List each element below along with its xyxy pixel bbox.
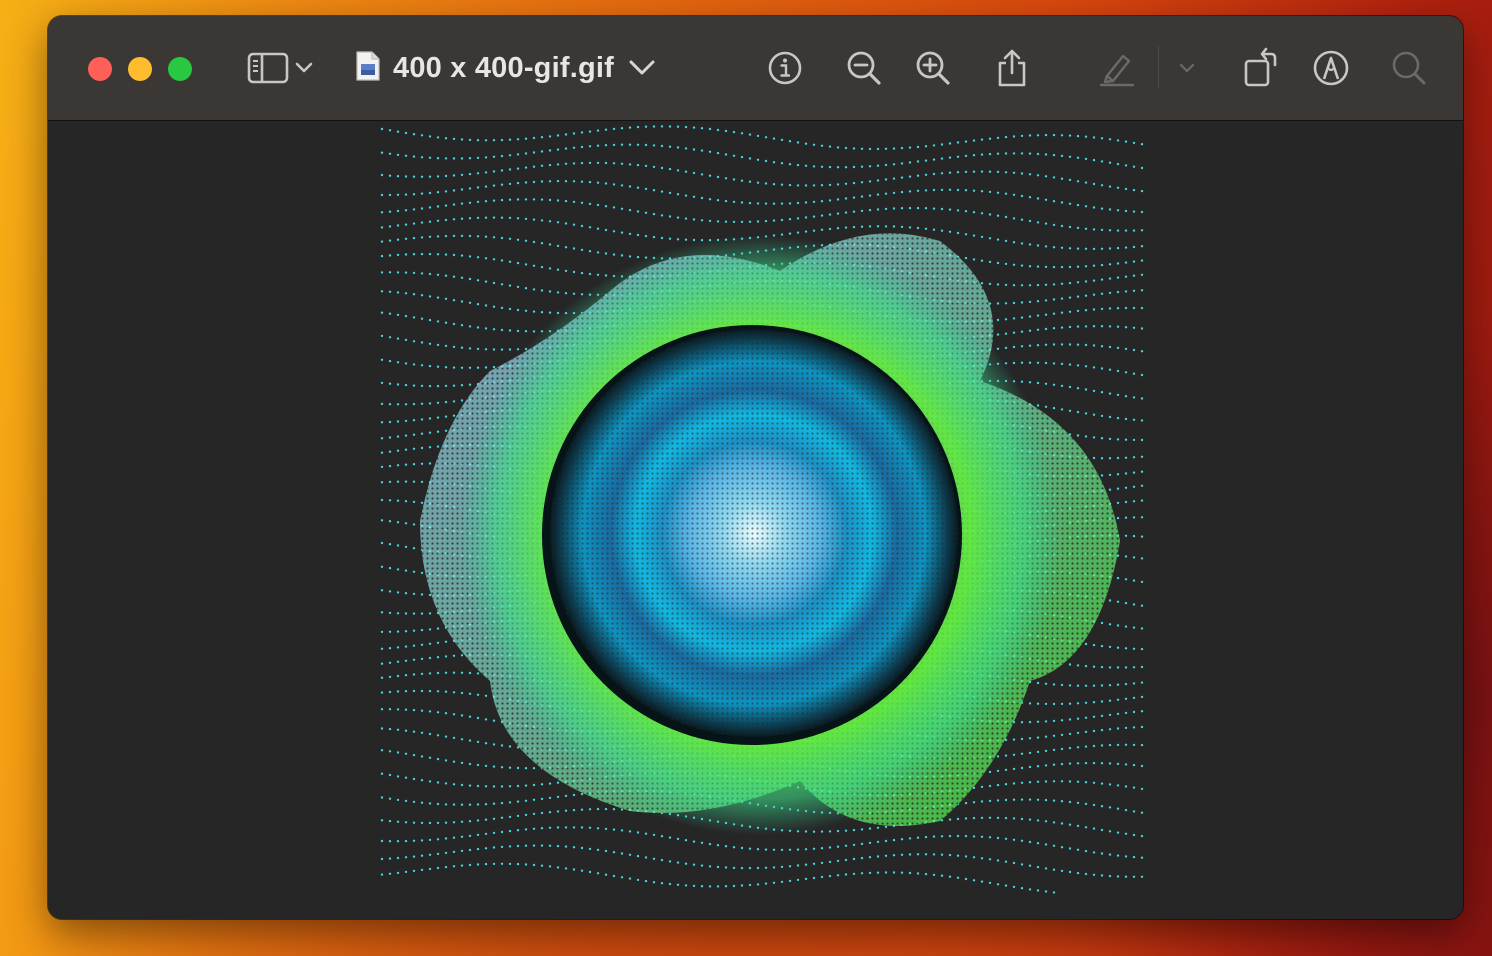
highlight-icon[interactable] <box>1093 45 1141 91</box>
zoom-in-icon[interactable] <box>909 45 957 91</box>
rotate-icon[interactable] <box>1237 45 1285 91</box>
gif-image <box>380 125 1144 894</box>
desktop-wallpaper: 400 x 400-gif.gif <box>0 0 1492 956</box>
document-title: 400 x 400-gif.gif <box>393 51 614 84</box>
close-button[interactable] <box>88 57 112 81</box>
minimize-button[interactable] <box>128 57 152 81</box>
preview-window: 400 x 400-gif.gif <box>48 16 1463 919</box>
maximize-button[interactable] <box>168 57 192 81</box>
chevron-down-icon[interactable] <box>1172 45 1202 91</box>
info-icon[interactable] <box>761 45 809 91</box>
image-file-icon <box>355 50 381 87</box>
chevron-down-icon[interactable] <box>628 59 656 77</box>
chevron-down-icon[interactable] <box>289 45 319 91</box>
sidebar-icon[interactable] <box>244 45 292 91</box>
toolbar: 400 x 400-gif.gif <box>48 16 1463 121</box>
zoom-out-icon[interactable] <box>840 45 888 91</box>
share-icon[interactable] <box>988 45 1036 91</box>
document-title-group[interactable]: 400 x 400-gif.gif <box>355 46 656 90</box>
toolbar-divider <box>1158 46 1159 88</box>
image-viewport[interactable] <box>48 121 1463 919</box>
core-sphere <box>542 325 962 745</box>
search-icon[interactable] <box>1385 45 1433 91</box>
markup-icon[interactable] <box>1307 45 1355 91</box>
